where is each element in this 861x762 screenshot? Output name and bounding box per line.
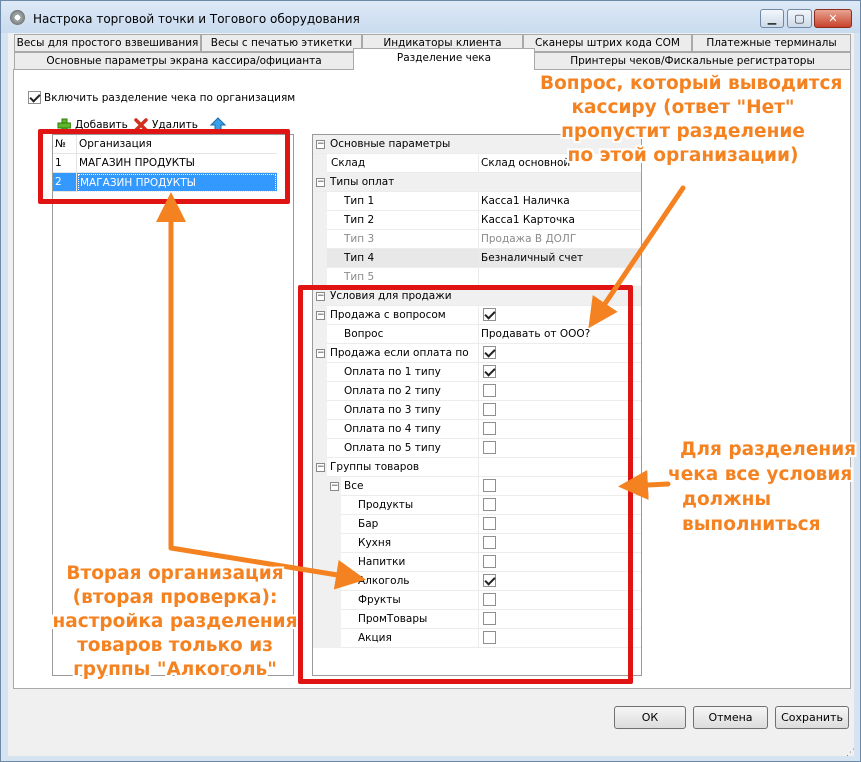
tab-barcode-scanners[interactable]: Сканеры штрих кода COM — [523, 34, 692, 52]
annotation-line: по этой организации) — [567, 145, 799, 166]
annotation-line: пропустит разделение — [561, 121, 805, 142]
gear-icon — [10, 10, 25, 25]
tab-receipt-split[interactable]: Разделение чека — [353, 48, 535, 70]
resize-grip-icon[interactable]: ⋰ — [846, 748, 855, 758]
tab-label: Платежные терминалы — [706, 37, 837, 49]
property-label: Тип 4 — [344, 252, 375, 264]
annotation-line: Вопрос, который выводится — [540, 73, 843, 94]
value-separator — [478, 154, 479, 173]
property-value[interactable]: Касса1 Карточка — [481, 214, 575, 226]
property-label: Тип 1 — [344, 195, 375, 207]
row-gutter — [313, 154, 327, 173]
property-value[interactable]: Безналичный счет — [481, 252, 583, 264]
annotation-question: Вопрос, который выводится кассиру (ответ… — [540, 72, 843, 168]
tab-label: Весы с печатью этикетки — [210, 37, 353, 49]
annotation-conditions: Для разделения чека все условия должны в… — [668, 437, 858, 537]
annotation-line: должны — [682, 489, 772, 510]
cancel-button[interactable]: Отмена — [693, 706, 768, 729]
window-title: Настрока торговой точки и Тогового обору… — [33, 12, 360, 26]
minimize-button[interactable]: ▁ — [760, 9, 784, 28]
annotation-line: группы "Алкоголь" — [73, 659, 277, 680]
property-row-type-2[interactable]: Тип 2 Касса1 Карточка — [313, 211, 641, 230]
annotation-line: настройка разделения — [52, 611, 298, 632]
enable-split-label: Включить разделение чека по организациям — [44, 91, 296, 104]
row-gutter — [313, 230, 327, 249]
minimize-icon: ▁ — [767, 12, 777, 25]
value-separator — [478, 192, 479, 211]
highlight-org-list — [38, 129, 290, 204]
title-bar: Настрока торговой точки и Тогового обору… — [1, 1, 860, 33]
tab-label: Сканеры штрих кода COM — [535, 37, 680, 49]
row-gutter — [313, 192, 327, 211]
save-button[interactable]: Сохранить — [775, 706, 849, 729]
tab-label-scales[interactable]: Весы с печатью этикетки — [201, 34, 362, 52]
tab-simple-scales[interactable]: Весы для простого взвешивания — [14, 34, 201, 52]
value-separator — [478, 249, 479, 268]
tab-receipt-printers[interactable]: Принтеры чеков/Фискальные регистраторы — [534, 52, 851, 70]
maximize-button[interactable]: ▢ — [787, 9, 812, 28]
property-label: Склад — [331, 157, 366, 169]
annotation-line: Вторая организация — [66, 563, 284, 584]
tab-payment-terminals[interactable]: Платежные терминалы — [692, 34, 851, 52]
property-label: Тип 2 — [344, 214, 375, 226]
value-separator — [478, 211, 479, 230]
annotation-line: кассиру (ответ "Нет" — [571, 97, 795, 118]
annotation-second-org: Вторая организация (вторая проверка): на… — [50, 562, 300, 682]
close-icon: ✕ — [828, 12, 838, 25]
property-label: Тип 5 — [344, 271, 375, 283]
tab-label: Разделение чека — [396, 52, 492, 64]
category-label: Типы оплат — [330, 176, 395, 188]
annotation-line: выполниться — [682, 514, 821, 535]
row-gutter — [313, 249, 327, 268]
annotation-line: товаров только из — [77, 635, 273, 656]
value-separator — [478, 230, 479, 249]
annotation-line: (вторая проверка): — [72, 587, 278, 608]
property-value[interactable]: Касса1 Наличка — [481, 195, 570, 207]
tab-label: Весы для простого взвешивания — [16, 37, 199, 49]
annotation-line: чека все условия — [668, 464, 853, 485]
enable-split-checkbox[interactable] — [28, 91, 41, 104]
property-row-type-1[interactable]: Тип 1 Касса1 Наличка — [313, 192, 641, 211]
close-button[interactable]: ✕ — [814, 9, 852, 28]
property-value[interactable]: Продажа В ДОЛГ — [481, 233, 576, 245]
tab-cashier-screen[interactable]: Основные параметры экрана кассира/официа… — [14, 52, 354, 70]
property-label: Тип 3 — [344, 233, 375, 245]
highlight-sale-conditions — [298, 285, 633, 684]
property-row-type-4[interactable]: Тип 4 Безналичный счет — [313, 249, 641, 268]
category-payment-types[interactable]: − Типы оплат — [313, 173, 641, 192]
maximize-icon: ▢ — [794, 12, 805, 25]
tab-label: Основные параметры экрана кассира/официа… — [46, 55, 322, 67]
tab-label: Принтеры чеков/Фискальные регистраторы — [570, 55, 815, 67]
property-row-type-3[interactable]: Тип 3 Продажа В ДОЛГ — [313, 230, 641, 249]
ok-button[interactable]: ОК — [614, 706, 686, 729]
collapse-icon[interactable]: − — [316, 178, 325, 187]
category-label: Основные параметры — [330, 138, 451, 150]
enable-split-toggle[interactable]: Включить разделение чека по организациям — [28, 91, 295, 104]
row-gutter — [313, 211, 327, 230]
collapse-icon[interactable]: − — [316, 140, 325, 149]
annotation-line: Для разделения — [680, 439, 857, 460]
